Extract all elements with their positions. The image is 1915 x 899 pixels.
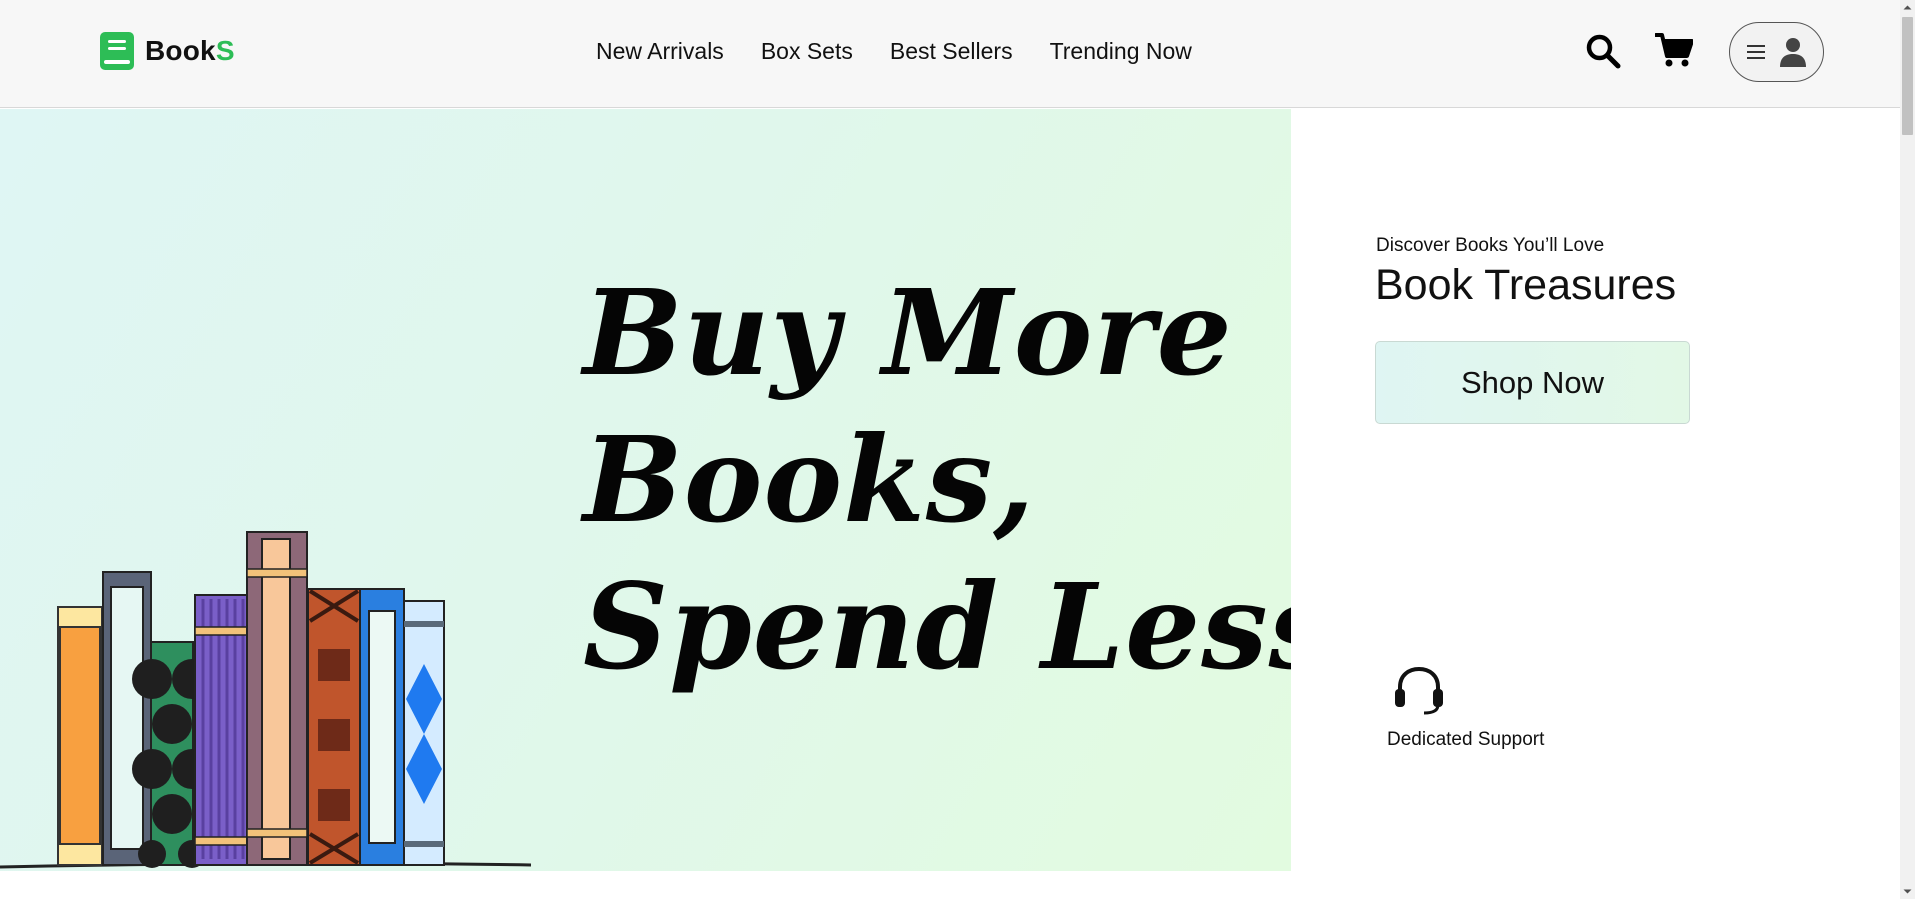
promo-tagline: Discover Books You’ll Love bbox=[1376, 235, 1605, 256]
logo-text-accent: S bbox=[215, 35, 235, 66]
hero-banner: Buy More Books, Spend Less! bbox=[0, 109, 1291, 871]
site-logo[interactable]: BookS bbox=[100, 32, 235, 70]
logo-text-prefix: Book bbox=[145, 35, 216, 66]
hero-headline-line-2: Books, bbox=[583, 410, 1036, 549]
scroll-up-arrow-icon[interactable] bbox=[1900, 0, 1915, 15]
user-icon bbox=[1779, 38, 1806, 67]
nav-box-sets[interactable]: Box Sets bbox=[761, 36, 853, 66]
nav-new-arrivals[interactable]: New Arrivals bbox=[596, 36, 724, 66]
books-shelf-illustration bbox=[0, 531, 532, 869]
promo-title: Book Treasures bbox=[1375, 261, 1677, 309]
vertical-scrollbar[interactable] bbox=[1900, 0, 1915, 899]
site-header: BookS New Arrivals Box Sets Best Sellers… bbox=[0, 0, 1900, 108]
scrollbar-thumb[interactable] bbox=[1902, 17, 1913, 135]
shop-now-button[interactable]: Shop Now bbox=[1375, 341, 1690, 424]
book-icon bbox=[100, 32, 134, 70]
hamburger-menu-icon bbox=[1746, 45, 1765, 59]
main-nav: New Arrivals Box Sets Best Sellers Trend… bbox=[596, 36, 1229, 66]
scroll-down-arrow-icon[interactable] bbox=[1900, 884, 1915, 899]
hero-headline-line-1: Buy More bbox=[583, 263, 1233, 402]
search-icon[interactable] bbox=[1585, 33, 1621, 69]
headset-icon bbox=[1395, 666, 1443, 715]
dedicated-support-label: Dedicated Support bbox=[1387, 729, 1545, 750]
account-menu-button[interactable] bbox=[1729, 22, 1824, 82]
logo-text: BookS bbox=[145, 35, 235, 67]
nav-best-sellers[interactable]: Best Sellers bbox=[890, 36, 1013, 66]
cart-icon[interactable] bbox=[1655, 32, 1693, 68]
page: BookS New Arrivals Box Sets Best Sellers… bbox=[0, 0, 1915, 899]
hero-headline: Buy More Books, Spend Less! bbox=[583, 259, 1291, 700]
promo-panel: Discover Books You’ll Love Book Treasure… bbox=[1291, 109, 1900, 871]
nav-trending-now[interactable]: Trending Now bbox=[1050, 36, 1192, 66]
hero-headline-line-3: Spend Less! bbox=[583, 557, 1291, 696]
